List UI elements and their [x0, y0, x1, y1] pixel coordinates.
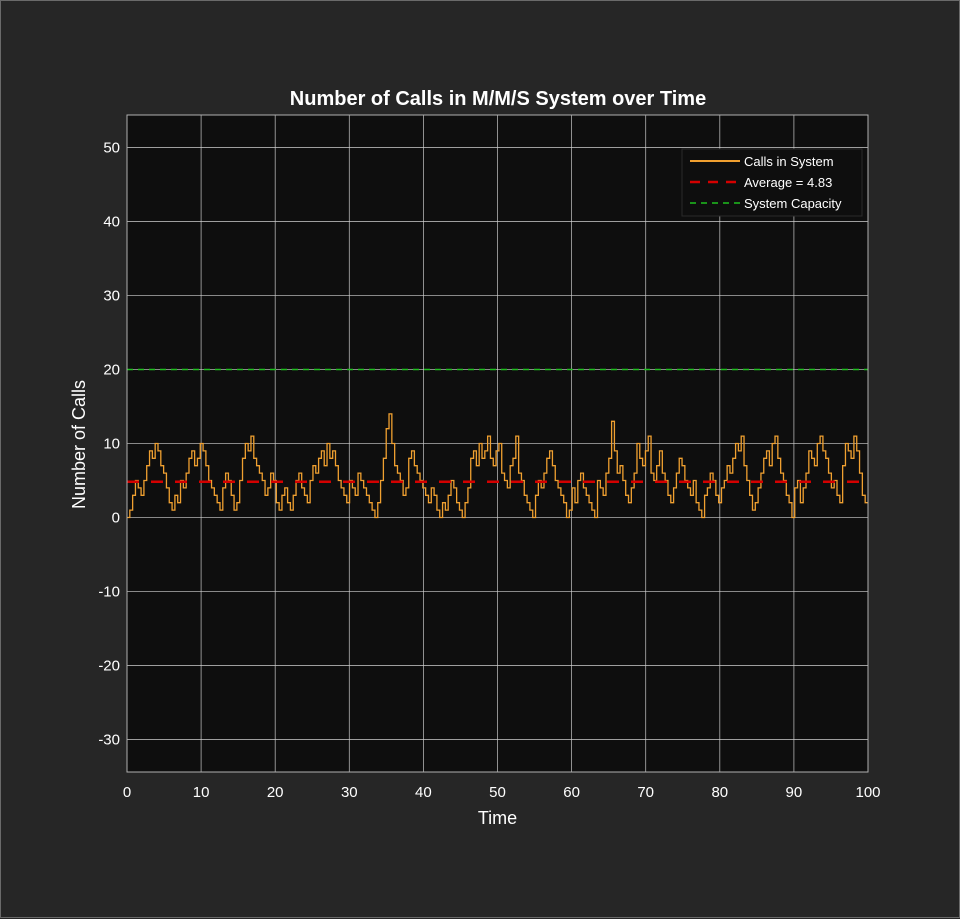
x-tick-label: 70 [637, 784, 654, 801]
x-tick-label: 30 [341, 784, 358, 801]
y-tick-label: 50 [103, 140, 120, 157]
legend-label-calls: Calls in System [744, 154, 834, 169]
y-tick-label: 20 [103, 362, 120, 379]
x-tick-label: 60 [563, 784, 580, 801]
y-tick-label: 0 [112, 509, 120, 526]
x-tick-label: 80 [711, 784, 728, 801]
x-tick-label: 0 [123, 784, 131, 801]
y-tick-label: -10 [98, 583, 120, 600]
legend: Calls in System Average = 4.83 System Ca… [681, 148, 863, 217]
y-tick-label: -30 [98, 731, 120, 748]
y-tick-label: 30 [103, 288, 120, 305]
legend-label-average: Average = 4.83 [744, 175, 832, 190]
x-tick-label: 90 [786, 784, 803, 801]
y-tick-label: 40 [103, 214, 120, 231]
legend-label-capacity: System Capacity [744, 196, 842, 211]
y-tick-label: 10 [103, 436, 120, 453]
y-axis-label: Number of Calls [69, 380, 89, 509]
x-tick-label: 20 [267, 784, 284, 801]
x-tick-labels: 0 10 20 30 40 50 60 70 80 90 100 [123, 784, 881, 801]
y-tick-labels: -30 -20 -10 0 10 20 30 40 50 [98, 140, 120, 749]
x-tick-label: 40 [415, 784, 432, 801]
chart: Number of Calls in M/M/S System over Tim… [69, 88, 881, 828]
x-tick-label: 10 [193, 784, 210, 801]
x-tick-label: 50 [489, 784, 506, 801]
chart-title: Number of Calls in M/M/S System over Tim… [290, 88, 706, 110]
y-tick-label: -20 [98, 657, 120, 674]
x-axis-label: Time [478, 808, 517, 828]
x-tick-label: 100 [855, 784, 880, 801]
